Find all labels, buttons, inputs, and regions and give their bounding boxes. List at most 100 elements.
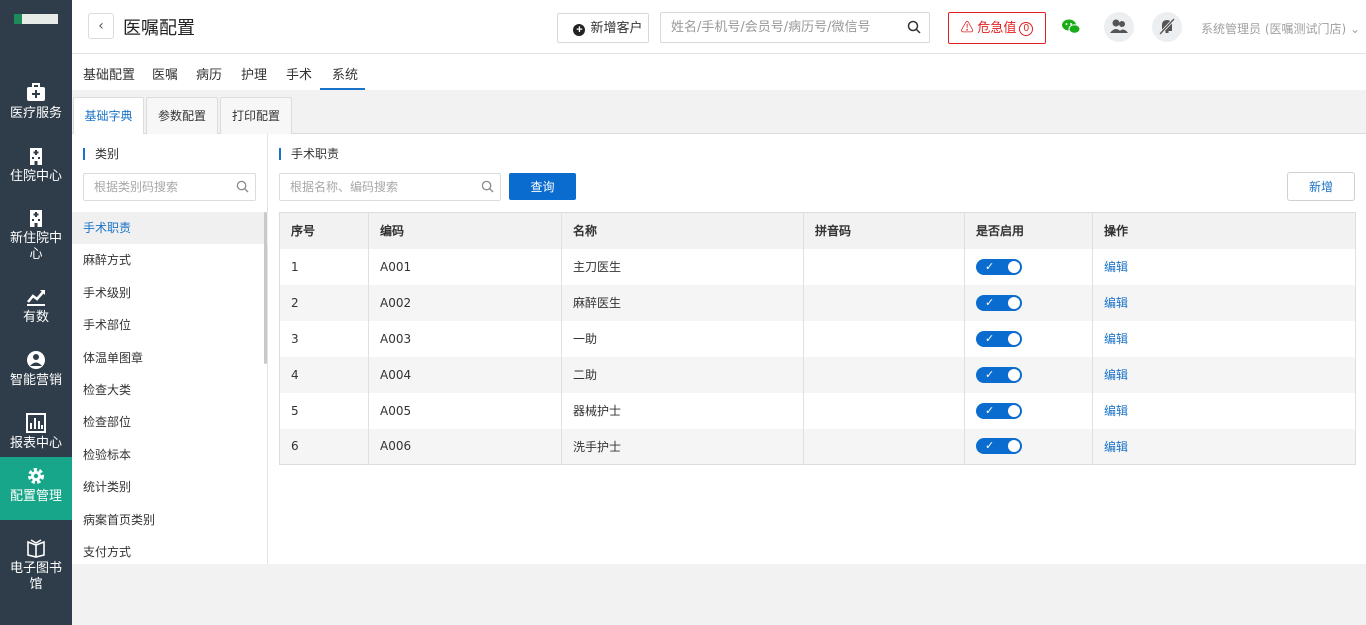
- enabled-toggle[interactable]: ✓: [976, 438, 1022, 455]
- row-pinyin: [803, 248, 965, 285]
- top-tabs: 基础配置 医嘱 病历 护理 手术 系统: [72, 54, 1366, 90]
- category-item[interactable]: 支付方式: [72, 536, 268, 564]
- logo: [14, 14, 58, 24]
- tab-records[interactable]: 病历: [196, 64, 222, 90]
- content-panel: 类别 手术职责 麻醉方式 手术级别 手术部位 体温单图章 检查大类 检查部位 检…: [72, 134, 1366, 564]
- row-number: 1: [279, 248, 369, 285]
- category-search-input[interactable]: [84, 174, 224, 200]
- row-enabled: ✓: [964, 392, 1093, 429]
- search-icon[interactable]: [907, 20, 921, 37]
- enabled-toggle[interactable]: ✓: [976, 258, 1022, 275]
- row-enabled: ✓: [964, 428, 1093, 465]
- critical-label: 危急值: [977, 20, 1017, 35]
- tab-surgery[interactable]: 手术: [286, 64, 312, 90]
- sidebar-item-medical-service[interactable]: 医疗服务: [0, 74, 72, 136]
- global-search-input[interactable]: [661, 13, 891, 42]
- check-icon: ✓: [985, 295, 995, 309]
- column-header: 编码: [368, 212, 562, 249]
- column-header: 是否启用: [964, 212, 1093, 249]
- category-item[interactable]: 检验标本: [72, 439, 268, 471]
- group-users-icon[interactable]: [1104, 12, 1134, 42]
- trend-chart-icon: [25, 286, 47, 308]
- subtab-print-config[interactable]: 打印配置: [220, 97, 292, 135]
- toggle-knob: [1008, 440, 1020, 453]
- category-item-surgery-role[interactable]: 手术职责: [72, 212, 268, 245]
- row-pinyin: [803, 356, 965, 393]
- subtab-basic-dictionary[interactable]: 基础字典: [73, 97, 144, 135]
- user-name: 系统管理员 (医嘱测试门店): [1201, 22, 1347, 36]
- table-row: 5 A005 器械护士 ✓ 编辑: [279, 392, 1356, 429]
- enabled-toggle[interactable]: ✓: [976, 294, 1022, 311]
- name-search-input[interactable]: [280, 174, 470, 200]
- enabled-toggle[interactable]: ✓: [976, 330, 1022, 347]
- add-customer-button[interactable]: + 新增客户: [557, 13, 649, 43]
- check-icon: ✓: [985, 367, 995, 381]
- edit-link[interactable]: 编辑: [1104, 440, 1128, 454]
- row-name: 麻醉医生: [561, 284, 804, 321]
- category-item[interactable]: 病案首页类别: [72, 504, 268, 536]
- toggle-knob: [1008, 368, 1020, 381]
- row-enabled: ✓: [964, 284, 1093, 321]
- critical-value-button[interactable]: ⚠ 危急值 0: [948, 12, 1046, 44]
- row-number: 5: [279, 392, 369, 429]
- edit-link[interactable]: 编辑: [1104, 296, 1128, 310]
- row-name: 器械护士: [561, 392, 804, 429]
- row-actions: 编辑: [1092, 284, 1356, 321]
- row-name: 一助: [561, 320, 804, 357]
- sidebar-item-config[interactable]: 配置管理: [0, 457, 72, 520]
- subtab-param-config[interactable]: 参数配置: [146, 97, 218, 135]
- category-item[interactable]: 统计类别: [72, 471, 268, 503]
- sidebar-item-label: 医疗服务: [9, 106, 62, 121]
- sidebar-item-new-inpatient[interactable]: 新住院中心: [0, 199, 72, 271]
- sidebar-item-youshu[interactable]: 有数: [0, 278, 72, 340]
- table-row: 2 A002 麻醉医生 ✓ 编辑: [279, 284, 1356, 321]
- edit-link[interactable]: 编辑: [1104, 404, 1128, 418]
- wechat-icon[interactable]: [1056, 12, 1086, 42]
- enabled-toggle[interactable]: ✓: [976, 402, 1022, 419]
- data-table: 序号 编码 名称 拼音码 是否启用 操作 1 A001 主刀医生 ✓ 编辑 2 A002 麻醉…: [279, 212, 1356, 465]
- tab-basic-config[interactable]: 基础配置: [83, 64, 135, 90]
- sidebar-item-label: 报表中心: [9, 436, 62, 451]
- sidebar-item-inpatient[interactable]: 住院中心: [0, 137, 72, 199]
- category-item[interactable]: 麻醉方式: [72, 244, 268, 276]
- search-icon[interactable]: [236, 180, 249, 196]
- row-pinyin: [803, 428, 965, 465]
- sidebar-item-label: 电子图书馆: [9, 561, 62, 592]
- query-button[interactable]: 查询: [509, 173, 576, 200]
- table-body: 1 A001 主刀医生 ✓ 编辑 2 A002 麻醉医生 ✓ 编辑 3 A003 一助 ✓ 编辑 4 A004 二…: [279, 248, 1356, 465]
- table-row: 1 A001 主刀医生 ✓ 编辑: [279, 248, 1356, 285]
- gear-icon: [25, 465, 47, 487]
- category-scrollbar[interactable]: [264, 212, 267, 364]
- sidebar-item-library[interactable]: 电子图书馆: [0, 529, 72, 601]
- tab-nursing[interactable]: 护理: [241, 64, 267, 90]
- bell-off-icon[interactable]: [1152, 12, 1182, 42]
- row-enabled: ✓: [964, 356, 1093, 393]
- category-item[interactable]: 体温单图章: [72, 342, 268, 374]
- category-item[interactable]: 检查部位: [72, 406, 268, 438]
- row-actions: 编辑: [1092, 428, 1356, 465]
- table-row: 6 A006 洗手护士 ✓ 编辑: [279, 428, 1356, 465]
- add-button[interactable]: 新增: [1287, 172, 1355, 201]
- user-menu[interactable]: 系统管理员 (医嘱测试门店) ⌄: [1201, 20, 1360, 37]
- edit-link[interactable]: 编辑: [1104, 332, 1128, 346]
- category-list: 手术职责 麻醉方式 手术级别 手术部位 体温单图章 检查大类 检查部位 检验标本…: [72, 212, 268, 564]
- tab-system[interactable]: 系统: [320, 64, 365, 90]
- category-item[interactable]: 检查大类: [72, 374, 268, 406]
- chevron-down-icon: ⌄: [1350, 22, 1361, 36]
- category-item[interactable]: 手术级别: [72, 277, 268, 309]
- edit-link[interactable]: 编辑: [1104, 368, 1128, 382]
- column-header: 名称: [561, 212, 804, 249]
- toggle-knob: [1008, 260, 1020, 273]
- category-search-box: [83, 173, 256, 201]
- tab-orders[interactable]: 医嘱: [152, 64, 178, 90]
- hospital-building-icon: [25, 207, 47, 229]
- category-item[interactable]: 手术部位: [72, 309, 268, 341]
- table-header-row: 序号 编码 名称 拼音码 是否启用 操作: [279, 212, 1356, 249]
- enabled-toggle[interactable]: ✓: [976, 366, 1022, 383]
- sub-tabs: 基础字典 参数配置 打印配置: [72, 90, 1366, 135]
- row-actions: 编辑: [1092, 248, 1356, 285]
- edit-link[interactable]: 编辑: [1104, 260, 1128, 274]
- back-button[interactable]: ‹: [88, 13, 114, 39]
- sidebar-item-marketing[interactable]: 智能营销: [0, 341, 72, 403]
- search-icon[interactable]: [481, 180, 494, 196]
